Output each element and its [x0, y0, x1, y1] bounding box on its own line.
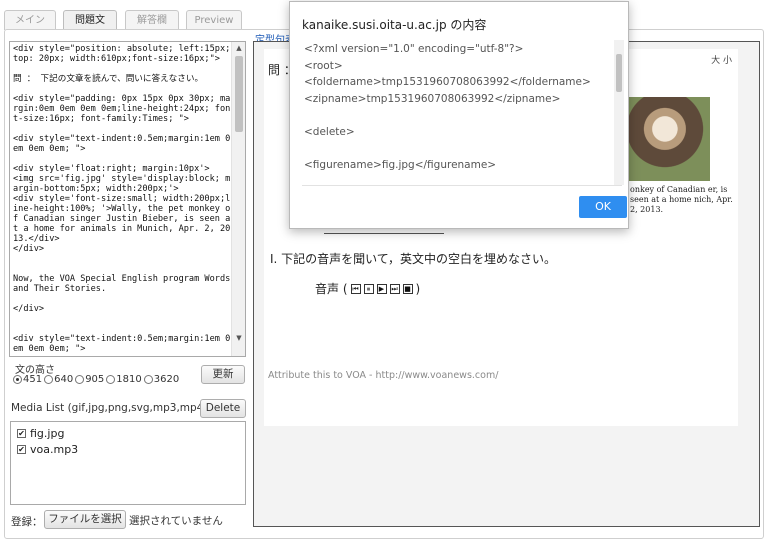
media-list: ✔ fig.jpg ✔ voa.mp3	[10, 421, 246, 505]
media-item-voa[interactable]: ✔ voa.mp3	[17, 443, 78, 456]
delete-button[interactable]: Delete	[200, 399, 246, 418]
dialog-scrollbar[interactable]	[614, 40, 624, 185]
play-icon[interactable]: ▶	[376, 283, 387, 294]
blank-underline	[324, 233, 444, 234]
pause-icon[interactable]: ⏸	[363, 283, 374, 294]
height-option-905[interactable]: 905	[75, 374, 104, 385]
height-option-640[interactable]: 640	[44, 374, 73, 385]
radio-icon[interactable]	[106, 375, 116, 384]
radio-icon[interactable]	[143, 375, 153, 384]
source-editor-text[interactable]: <div style="position: absolute; left:15p…	[13, 44, 231, 354]
dialog-divider	[302, 185, 622, 186]
rewind-icon[interactable]: ⏮	[350, 283, 361, 294]
dialog-message[interactable]: <?xml version="1.0" encoding="utf-8"?> <…	[302, 40, 624, 185]
choose-file-button[interactable]: ファイルを選択	[44, 510, 126, 529]
update-button[interactable]: 更新	[201, 365, 245, 384]
dialog-message-text: <?xml version="1.0" encoding="utf-8"?> <…	[304, 43, 591, 172]
height-option-1810[interactable]: 1810	[106, 374, 142, 385]
alert-dialog: kanaike.susi.oita-u.ac.jp の内容 <?xml vers…	[289, 1, 629, 229]
height-option-3620[interactable]: 3620	[143, 374, 179, 385]
monkey-photo	[628, 97, 710, 181]
source-editor[interactable]: <div style="position: absolute; left:15p…	[9, 41, 246, 357]
scroll-up-icon[interactable]: ▲	[232, 42, 245, 54]
attribution-text: Attribute this to VOA - http://www.voane…	[268, 370, 499, 381]
radio-icon[interactable]	[44, 375, 54, 384]
media-item-fig[interactable]: ✔ fig.jpg	[17, 427, 64, 440]
height-option-451[interactable]: 451	[13, 374, 42, 385]
stop-icon[interactable]: ■	[402, 283, 413, 294]
skip-forward-icon[interactable]: ⏭	[389, 283, 400, 294]
media-list-label: Media List (gif,jpg,png,svg,mp3,mp4)	[11, 402, 208, 414]
radio-icon[interactable]	[75, 375, 85, 384]
editor-scrollbar[interactable]: ▲ ▼	[231, 42, 245, 356]
scroll-down-icon[interactable]: ▼	[232, 332, 245, 344]
tab-main[interactable]: メイン	[4, 10, 56, 30]
tab-preview[interactable]: Preview	[186, 10, 242, 30]
audio-player: 音声 ( ⏮ ⏸ ▶ ⏭ ■ )	[315, 281, 421, 297]
font-size-controls[interactable]: 大 小	[711, 53, 732, 66]
ok-button[interactable]: OK	[579, 196, 627, 218]
register-label: 登録：	[11, 516, 43, 528]
checkbox-checked-icon[interactable]: ✔	[17, 429, 26, 438]
tab-question-text[interactable]: 問題文	[63, 10, 117, 30]
dialog-scroll-thumb[interactable]	[616, 54, 622, 92]
radio-selected-icon[interactable]	[13, 375, 22, 384]
question-1-text: I. 下記の音声を聞いて，英文中の空白を埋めなさい。	[270, 252, 556, 266]
dialog-title: kanaike.susi.oita-u.ac.jp の内容	[302, 18, 487, 32]
file-status: 選択されていません	[129, 515, 223, 527]
editor-scroll-thumb[interactable]	[235, 56, 243, 132]
tab-answer-field[interactable]: 解答欄	[125, 10, 179, 30]
checkbox-checked-icon[interactable]: ✔	[17, 445, 26, 454]
text-height-options: 451 640 905 1810 3620	[13, 374, 179, 385]
photo-caption: onkey of Canadian er, is seen at a home …	[630, 185, 733, 214]
